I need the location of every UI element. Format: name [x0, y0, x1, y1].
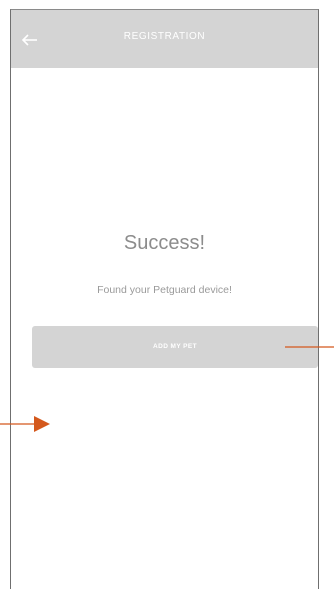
phone-screen: REGISTRATION Success! Found your Petguar… — [10, 9, 319, 589]
success-message: Found your Petguard device! — [97, 284, 232, 296]
success-heading: Success! — [123, 232, 206, 254]
page-title: REGISTRATION — [123, 31, 206, 42]
add-my-pet-button[interactable]: ADD MY PET — [32, 326, 318, 368]
app-header: REGISTRATION — [11, 10, 318, 68]
